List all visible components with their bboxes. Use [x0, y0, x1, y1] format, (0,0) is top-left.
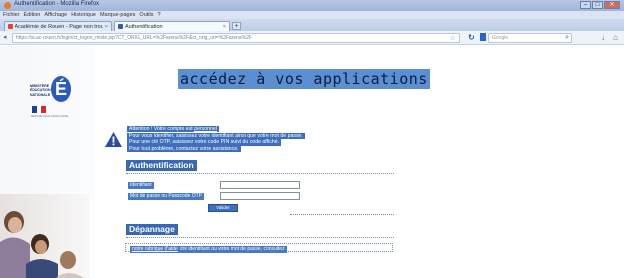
- personal-link[interactable]: personnel: [194, 126, 217, 132]
- minimize-button[interactable]: –: [580, 1, 591, 9]
- window-title: Authentification - Mozilla Firefox: [14, 1, 100, 7]
- info-line: Pour tout problème, contactez votre assi…: [127, 146, 241, 153]
- tab-label: Académie de Rouen - Page non trouvée: [14, 23, 103, 30]
- password-label: Mot de passe ou Passcode OTP: [128, 193, 204, 200]
- menu-item-bookmarks[interactable]: Marque-pages: [100, 11, 135, 19]
- help-link[interactable]: notre rubrique d'aide: [130, 246, 180, 253]
- section-divider: [290, 214, 394, 215]
- home-icon[interactable]: ⌂: [613, 33, 618, 42]
- tab-label: Authentification: [125, 23, 163, 30]
- flag-caption: RÉPUBLIQUE FRANÇAISE: [31, 114, 69, 118]
- password-field[interactable]: [220, 192, 300, 200]
- info-line: Pour vous identifier, saisissez votre id…: [127, 132, 305, 139]
- toolbar-icons: ↓ ⌂: [601, 33, 618, 42]
- tab-close-icon[interactable]: ×: [223, 24, 226, 30]
- section-divider: [126, 173, 394, 174]
- username-label: Identifiant: [128, 182, 154, 189]
- page-content: MINISTÈRE ÉDUCATION NATIONALE É RÉPUBLIQ…: [0, 46, 624, 278]
- warning-icon: [105, 132, 122, 147]
- window-titlebar: Authentification - Mozilla Firefox – □ ✕: [0, 0, 624, 11]
- search-engine-icon[interactable]: [480, 33, 486, 41]
- menu-item-tools[interactable]: Outils: [139, 11, 153, 19]
- menu-item-view[interactable]: Affichage: [44, 11, 67, 19]
- url-text: https://si.ac-rouen.fr/login/ct_logon_mi…: [16, 35, 252, 41]
- back-icon[interactable]: ◂: [3, 34, 7, 42]
- submit-button[interactable]: Valider: [208, 204, 238, 212]
- left-sidebar: MINISTÈRE ÉDUCATION NATIONALE É RÉPUBLIQ…: [0, 46, 95, 278]
- auth-section-title: Authentification: [126, 160, 197, 171]
- menu-item-file[interactable]: Fichier: [3, 11, 20, 19]
- username-field[interactable]: [220, 181, 300, 189]
- tab-bar: Académie de Rouen - Page non trouvée × A…: [0, 19, 624, 31]
- info-line: Pour une clé OTP, saisissez votre code P…: [127, 139, 282, 146]
- reload-icon[interactable]: ↻: [468, 33, 475, 42]
- tab-authentification[interactable]: Authentification ×: [114, 21, 230, 31]
- ministry-logo: MINISTÈRE ÉDUCATION NATIONALE É RÉPUBLIQ…: [30, 76, 72, 118]
- menu-item-help[interactable]: ?: [157, 11, 160, 19]
- depannage-section-title: Dépannage: [126, 224, 178, 235]
- section-divider: [126, 237, 394, 238]
- info-line: Attention ! Votre compte est personnel: [127, 126, 219, 133]
- tab-page-not-found[interactable]: Académie de Rouen - Page non trouvée ×: [4, 21, 112, 31]
- students-photo: [0, 194, 90, 278]
- page-heading: accédez à vos applications: [178, 69, 430, 89]
- window-controls: – □ ✕: [580, 1, 620, 9]
- depannage-note: Si vous avez perdu votre identifiant ou …: [125, 243, 393, 253]
- bookmark-star-icon[interactable]: ☆: [450, 34, 456, 42]
- info-message: Attention ! Votre compte est personnel P…: [127, 126, 317, 153]
- menu-item-history[interactable]: Historique: [71, 11, 96, 19]
- url-bar[interactable]: https://si.ac-rouen.fr/login/ct_logon_mi…: [12, 33, 460, 43]
- firefox-icon: [4, 2, 11, 9]
- menu-item-edit[interactable]: Édition: [24, 11, 41, 19]
- search-placeholder: Google: [492, 35, 509, 41]
- close-button[interactable]: ✕: [604, 1, 620, 9]
- search-input[interactable]: Google ⌕: [488, 33, 572, 43]
- tab-close-icon[interactable]: ×: [105, 24, 108, 30]
- favicon-icon: [118, 24, 123, 29]
- french-flag-icon: [32, 106, 47, 113]
- menu-bar: Fichier Édition Affichage Historique Mar…: [0, 11, 624, 19]
- logo-text: MINISTÈRE ÉDUCATION NATIONALE: [30, 84, 51, 97]
- navigation-bar: ◂ https://si.ac-rouen.fr/login/ct_logon_…: [0, 31, 624, 45]
- logo-e-icon: É: [51, 76, 71, 102]
- download-icon[interactable]: ↓: [601, 33, 605, 42]
- new-tab-button[interactable]: +: [232, 22, 241, 30]
- maximize-button[interactable]: □: [592, 1, 603, 9]
- favicon-icon: [8, 24, 13, 29]
- search-icon[interactable]: ⌕: [565, 34, 569, 42]
